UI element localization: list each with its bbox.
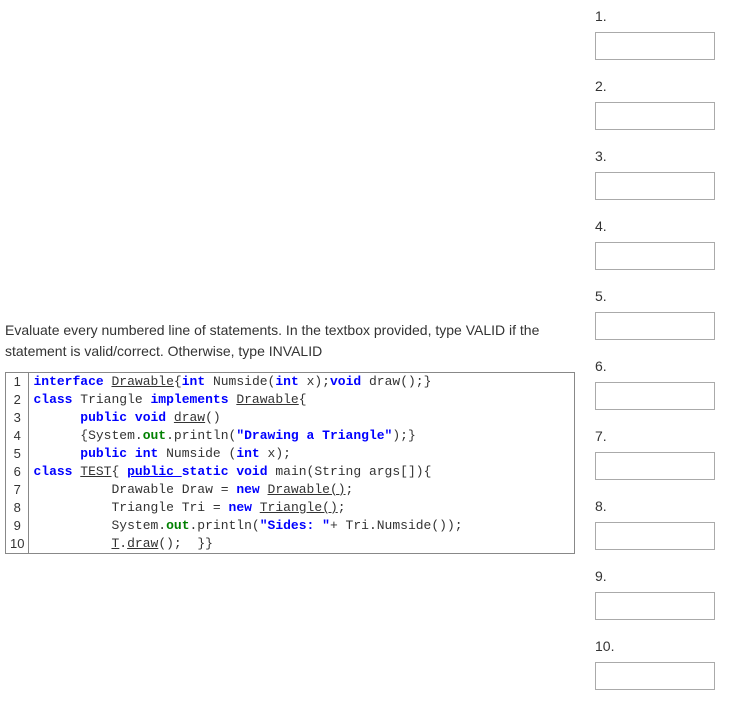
code-line: public int Numside (int x); <box>33 445 574 463</box>
answer-label: 8. <box>595 498 745 514</box>
answer-input-8[interactable] <box>595 522 715 550</box>
answer-item-4: 4. <box>595 218 745 270</box>
answer-label: 7. <box>595 428 745 444</box>
answer-label: 5. <box>595 288 745 304</box>
answer-item-3: 3. <box>595 148 745 200</box>
answer-label: 9. <box>595 568 745 584</box>
line-number: 4 <box>6 427 28 445</box>
answer-label: 10. <box>595 638 745 654</box>
answer-item-8: 8. <box>595 498 745 550</box>
answer-item-7: 7. <box>595 428 745 480</box>
answer-label: 4. <box>595 218 745 234</box>
line-number: 2 <box>6 391 28 409</box>
answer-label: 2. <box>595 78 745 94</box>
answer-item-10: 10. <box>595 638 745 690</box>
answer-input-10[interactable] <box>595 662 715 690</box>
code-line: public void draw() <box>33 409 574 427</box>
answer-input-1[interactable] <box>595 32 715 60</box>
line-number-gutter: 1 2 3 4 5 6 7 8 9 10 <box>6 373 29 553</box>
answer-input-2[interactable] <box>595 102 715 130</box>
code-lines: interface Drawable{int Numside(int x);vo… <box>29 373 574 553</box>
answer-input-6[interactable] <box>595 382 715 410</box>
answer-input-3[interactable] <box>595 172 715 200</box>
line-number: 3 <box>6 409 28 427</box>
line-number: 10 <box>6 535 28 553</box>
line-number: 8 <box>6 499 28 517</box>
answer-item-6: 6. <box>595 358 745 410</box>
answer-item-9: 9. <box>595 568 745 620</box>
line-number: 6 <box>6 463 28 481</box>
answer-item-2: 2. <box>595 78 745 130</box>
code-line: class Triangle implements Drawable{ <box>33 391 574 409</box>
line-number: 1 <box>6 373 28 391</box>
code-line: {System.out.println("Drawing a Triangle"… <box>33 427 574 445</box>
instructions-text: Evaluate every numbered line of statemen… <box>0 320 580 372</box>
answer-input-5[interactable] <box>595 312 715 340</box>
answer-input-7[interactable] <box>595 452 715 480</box>
question-content: Evaluate every numbered line of statemen… <box>0 320 580 554</box>
answer-label: 1. <box>595 8 745 24</box>
answer-input-9[interactable] <box>595 592 715 620</box>
answers-panel: 1. 2. 3. 4. 5. 6. 7. 8. 9. 10. <box>595 8 745 708</box>
code-line: Triangle Tri = new Triangle(); <box>33 499 574 517</box>
code-line: interface Drawable{int Numside(int x);vo… <box>33 373 574 391</box>
line-number: 7 <box>6 481 28 499</box>
answer-item-5: 5. <box>595 288 745 340</box>
line-number: 9 <box>6 517 28 535</box>
answer-item-1: 1. <box>595 8 745 60</box>
code-line: Drawable Draw = new Drawable(); <box>33 481 574 499</box>
answer-input-4[interactable] <box>595 242 715 270</box>
code-line: class TEST{ public static void main(Stri… <box>33 463 574 481</box>
code-box: 1 2 3 4 5 6 7 8 9 10 interface Drawable{… <box>5 372 575 554</box>
code-line: System.out.println("Sides: "+ Tri.Numsid… <box>33 517 574 535</box>
line-number: 5 <box>6 445 28 463</box>
answer-label: 3. <box>595 148 745 164</box>
code-line: T.draw(); }} <box>33 535 574 553</box>
answer-label: 6. <box>595 358 745 374</box>
